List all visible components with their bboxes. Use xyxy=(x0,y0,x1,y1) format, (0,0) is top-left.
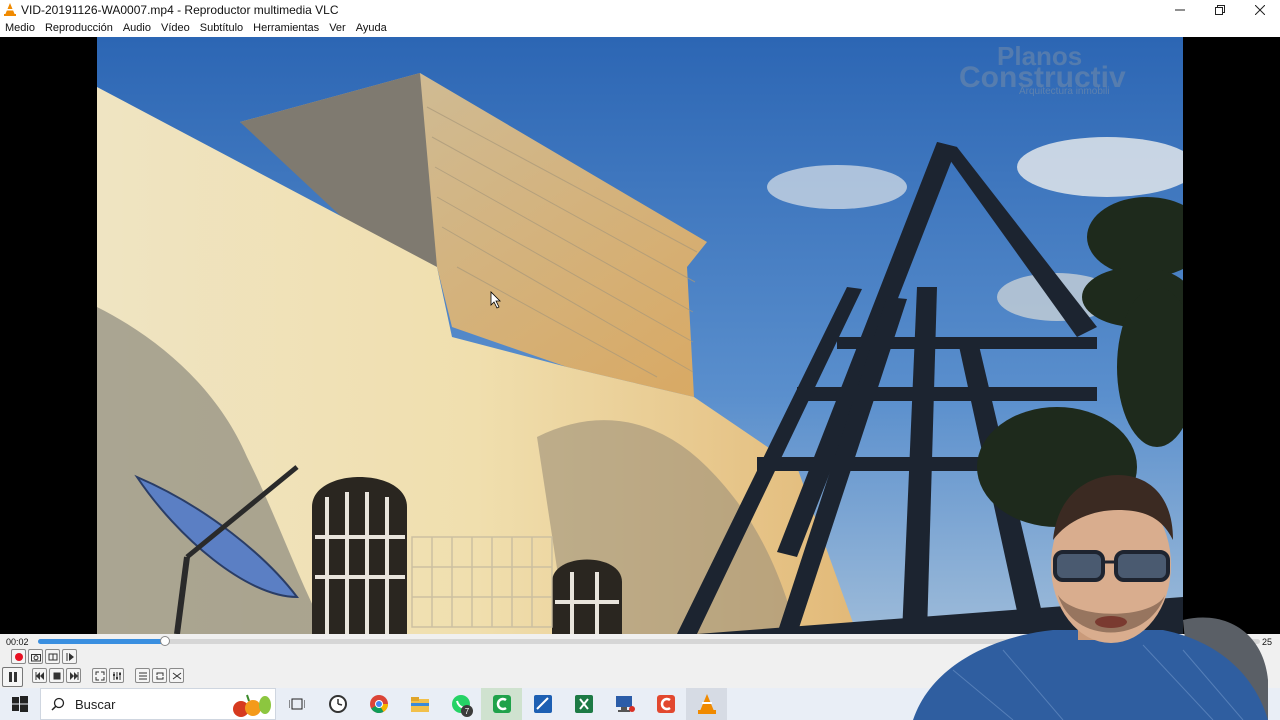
camtasia-recorder-button[interactable] xyxy=(645,688,686,720)
shuffle-icon xyxy=(172,672,181,679)
menu-ver[interactable]: Ver xyxy=(324,19,351,37)
extended-settings-button[interactable] xyxy=(109,668,124,683)
extended-settings-icon xyxy=(112,671,121,680)
clock-app-icon xyxy=(328,695,347,713)
playlist-icon xyxy=(138,672,147,679)
fruit-icon xyxy=(233,694,271,717)
task-view-button[interactable] xyxy=(276,688,317,720)
seek-handle[interactable] xyxy=(160,636,171,646)
menu-subtitulo[interactable]: Subtítulo xyxy=(195,19,248,37)
loop-icon xyxy=(156,672,163,679)
minimize-icon xyxy=(1175,9,1185,10)
windows-start-icon xyxy=(12,696,28,712)
previous-button[interactable] xyxy=(32,668,47,683)
chrome-button[interactable] xyxy=(358,688,399,720)
close-icon xyxy=(1255,4,1265,15)
computer-app-icon xyxy=(615,696,635,712)
seek-progress xyxy=(38,639,166,644)
search-icon xyxy=(51,697,65,711)
vlc-icon xyxy=(4,3,16,16)
file-explorer-icon xyxy=(410,697,429,712)
camtasia-button[interactable] xyxy=(481,688,522,720)
file-explorer-button[interactable] xyxy=(399,688,440,720)
frame-step-button[interactable] xyxy=(62,649,77,664)
camtasia-recorder-icon xyxy=(656,695,675,713)
sketch-app-button[interactable] xyxy=(522,688,563,720)
next-icon xyxy=(69,671,78,680)
loop-ab-icon xyxy=(48,653,57,660)
menu-bar: Medio Reproducción Audio Vídeo Subtítulo… xyxy=(0,19,1280,37)
menu-audio[interactable]: Audio xyxy=(118,19,156,37)
watermark-line3: Arquitectura inmobili xyxy=(1019,86,1110,97)
pause-button[interactable] xyxy=(2,667,23,687)
snapshot-button[interactable] xyxy=(28,649,43,664)
pause-icon xyxy=(8,672,17,682)
previous-icon xyxy=(35,671,44,680)
window-title: VID-20191126-WA0007.mp4 - Reproductor mu… xyxy=(21,2,339,17)
time-elapsed: 00:02 xyxy=(6,637,29,647)
stop-icon xyxy=(53,672,60,679)
fullscreen-button[interactable] xyxy=(92,668,107,683)
sketch-app-icon xyxy=(533,695,552,713)
record-button[interactable] xyxy=(11,649,26,664)
windows-start-button[interactable] xyxy=(0,688,40,720)
menu-medio[interactable]: Medio xyxy=(0,19,40,37)
search-placeholder: Buscar xyxy=(75,696,116,712)
fullscreen-icon xyxy=(95,671,104,680)
computer-app-button[interactable] xyxy=(604,688,645,720)
shuffle-button[interactable] xyxy=(169,668,184,683)
webcam-overlay xyxy=(893,470,1280,720)
restore-button[interactable] xyxy=(1200,0,1240,19)
loop-ab-button[interactable] xyxy=(45,649,60,664)
whatsapp-button[interactable]: 7 xyxy=(440,688,481,720)
title-bar: VID-20191126-WA0007.mp4 - Reproductor mu… xyxy=(0,0,1280,19)
presenter-video xyxy=(913,475,1268,720)
snapshot-icon xyxy=(30,653,41,661)
vlc-taskbar-button[interactable] xyxy=(686,688,727,720)
vlc-taskbar-icon xyxy=(697,694,716,714)
loop-button[interactable] xyxy=(152,668,167,683)
playlist-button[interactable] xyxy=(135,668,150,683)
chrome-icon xyxy=(369,695,388,714)
menu-ayuda[interactable]: Ayuda xyxy=(351,19,392,37)
excel-button[interactable] xyxy=(563,688,604,720)
close-button[interactable] xyxy=(1240,0,1280,19)
excel-icon xyxy=(574,695,593,713)
restore-icon xyxy=(1215,4,1225,15)
minimize-button[interactable] xyxy=(1160,0,1200,19)
menu-reproduccion[interactable]: Reproducción xyxy=(40,19,118,37)
frame-step-icon xyxy=(66,652,74,661)
whatsapp-badge: 7 xyxy=(461,705,473,717)
next-button[interactable] xyxy=(66,668,81,683)
menu-herramientas[interactable]: Herramientas xyxy=(248,19,324,37)
clock-app-button[interactable] xyxy=(317,688,358,720)
record-icon xyxy=(14,652,23,661)
camtasia-icon xyxy=(492,695,511,713)
task-view-icon xyxy=(288,698,305,710)
menu-video[interactable]: Vídeo xyxy=(156,19,195,37)
stop-button[interactable] xyxy=(49,668,64,683)
taskbar-search[interactable]: Buscar xyxy=(40,688,276,720)
